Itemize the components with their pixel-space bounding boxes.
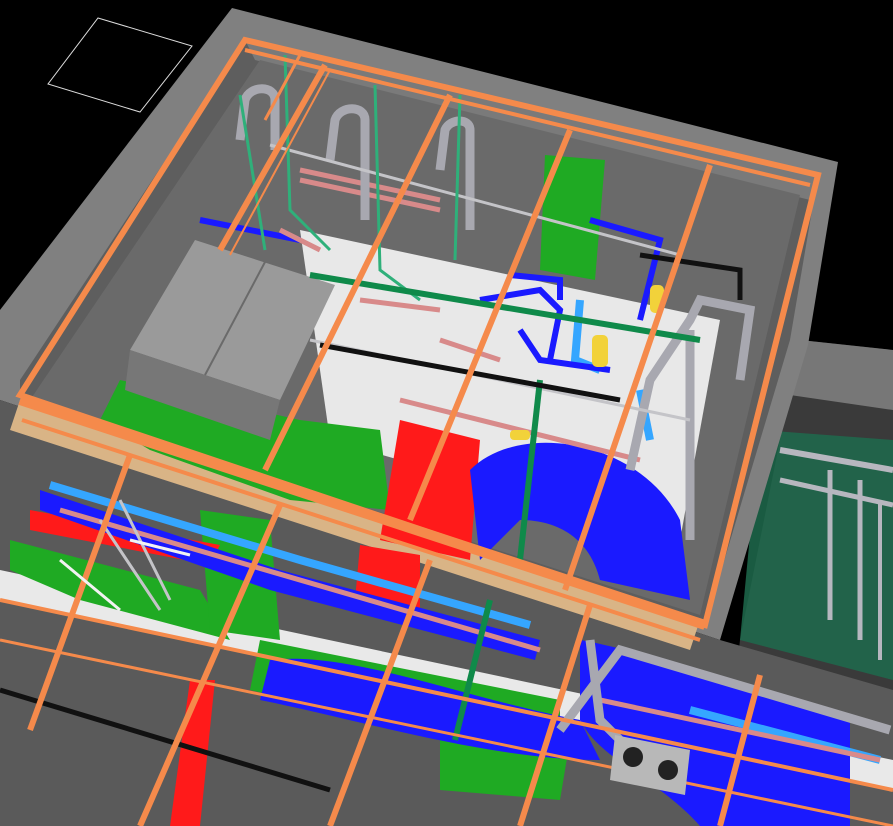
bim-3d-viewport[interactable] bbox=[0, 0, 893, 826]
mep-model-render bbox=[0, 0, 893, 826]
